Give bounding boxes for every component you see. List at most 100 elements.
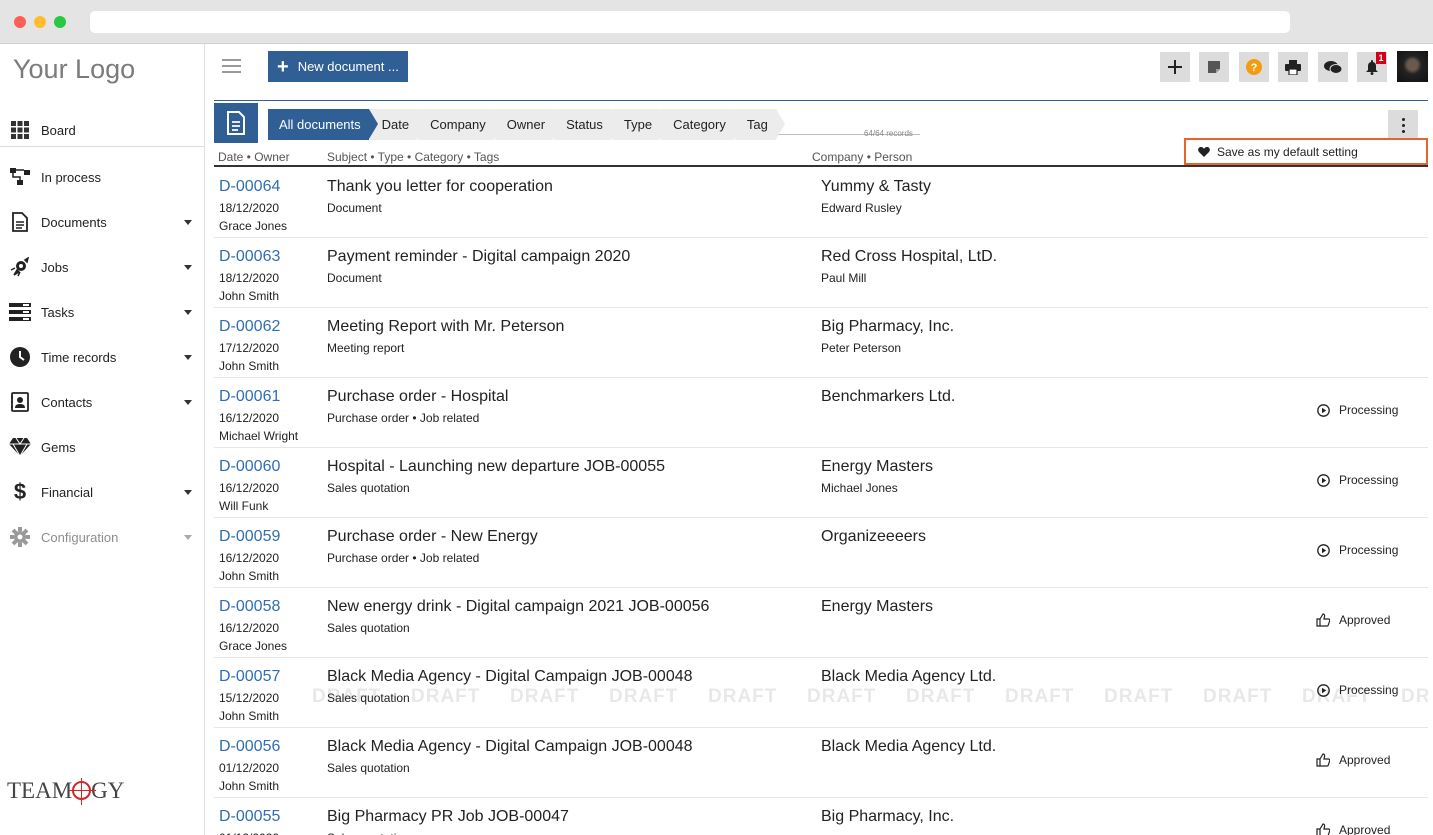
notifications-button[interactable]: 1 xyxy=(1357,52,1387,82)
document-company: Big Pharmacy, Inc. xyxy=(821,808,955,825)
document-company: Big Pharmacy, Inc. xyxy=(821,318,955,335)
column-company[interactable]: Company • Person xyxy=(812,150,912,164)
window-close-button[interactable] xyxy=(14,16,26,28)
status-badge: Approved xyxy=(1316,753,1390,767)
document-id-link[interactable]: D-00063 xyxy=(219,248,280,266)
plus-icon: + xyxy=(277,55,289,78)
user-avatar[interactable] xyxy=(1397,51,1428,82)
sidebar-item-tasks[interactable]: Tasks xyxy=(0,294,205,330)
document-id-link[interactable]: D-00061 xyxy=(219,388,280,406)
document-subject: Big Pharmacy PR Job JOB-00047 xyxy=(327,808,569,825)
sidebar-item-time-records[interactable]: Time records xyxy=(0,339,205,375)
document-id-link[interactable]: D-00062 xyxy=(219,318,280,336)
document-company: Black Media Agency Ltd. xyxy=(821,738,997,755)
help-icon: ? xyxy=(1246,59,1262,75)
status-label: Processing xyxy=(1339,403,1399,417)
documents-list: D-00064 18/12/2020 Grace Jones Thank you le… xyxy=(214,168,1428,835)
table-row[interactable]: D-00060 16/12/2020 Will Funk Hospital - Lau… xyxy=(214,448,1428,518)
document-owner: John Smith xyxy=(219,569,280,583)
sidebar-item-contacts[interactable]: Contacts xyxy=(0,384,205,420)
document-type: Meeting report xyxy=(327,341,405,355)
sidebar-item-board[interactable]: Board xyxy=(0,112,205,148)
table-row[interactable]: D-00063 18/12/2020 John Smith Payment remin… xyxy=(214,238,1428,308)
record-count: 64/64 records xyxy=(864,129,913,138)
help-button[interactable]: ? xyxy=(1239,52,1269,82)
filter-company[interactable]: Company xyxy=(418,109,503,140)
column-subject[interactable]: Subject • Type • Category • Tags xyxy=(327,150,499,164)
brand-logo-text: TEAM xyxy=(7,778,73,803)
chevron-down-icon xyxy=(184,265,192,270)
document-id-link[interactable]: D-00060 xyxy=(219,458,280,476)
sidebar-item-financial[interactable]: $ Financial xyxy=(0,474,205,510)
document-id-link[interactable]: D-00058 xyxy=(219,598,280,616)
document-id-link[interactable]: D-00057 xyxy=(219,668,280,686)
document-type: Sales quotation xyxy=(327,691,410,705)
sidebar: Your Logo Board In process Documents Jobs Ta… xyxy=(0,44,205,835)
kebab-dot xyxy=(1401,117,1405,121)
document-person: Edward Rusley xyxy=(821,201,902,215)
window-maximize-button[interactable] xyxy=(54,16,66,28)
document-type: Purchase order • Job related xyxy=(327,551,480,565)
table-row[interactable]: D-00058 16/12/2020 Grace Jones New energy d… xyxy=(214,588,1428,658)
document-id-link[interactable]: D-00055 xyxy=(219,808,280,826)
menu-toggle-button[interactable] xyxy=(222,59,241,73)
table-row[interactable]: D-00061 16/12/2020 Michael Wright Purchase … xyxy=(214,378,1428,448)
filter-category[interactable]: Category xyxy=(661,109,743,140)
note-button[interactable] xyxy=(1199,52,1229,82)
document-type: Sales quotation xyxy=(327,621,410,635)
watermark-text: DRAFT xyxy=(411,686,481,707)
play-circle-icon xyxy=(1316,473,1330,487)
sidebar-item-documents[interactable]: Documents xyxy=(0,204,205,240)
print-button[interactable] xyxy=(1278,52,1308,82)
watermark-text: DRAFT xyxy=(708,686,778,707)
search-input[interactable] xyxy=(775,111,915,131)
svg-text:?: ? xyxy=(1251,62,1258,74)
window-minimize-button[interactable] xyxy=(34,16,46,28)
sidebar-item-gems[interactable]: Gems xyxy=(0,429,205,465)
document-id-link[interactable]: D-00056 xyxy=(219,738,280,756)
sidebar-item-in-process[interactable]: In process xyxy=(0,159,205,195)
document-company: Red Cross Hospital, LtD. xyxy=(821,248,998,265)
status-badge: Processing xyxy=(1316,473,1398,487)
thumbs-up-icon xyxy=(1316,613,1330,627)
save-default-setting-item[interactable]: Save as my default setting xyxy=(1184,138,1428,165)
document-company: Benchmarkers Ltd. xyxy=(821,388,956,405)
new-document-button[interactable]: + New document ... xyxy=(268,51,408,82)
more-options-button[interactable] xyxy=(1388,110,1418,140)
play-circle-icon xyxy=(1316,403,1330,417)
table-row[interactable]: DRAFT DRAFT DRAFT DRAFT DRAFT DRAFT DRAFT DRAFT… xyxy=(214,658,1428,728)
new-document-label: New document ... xyxy=(297,59,399,74)
document-date: 16/12/2020 xyxy=(219,551,280,565)
document-company: Yummy & Tasty xyxy=(821,178,931,195)
watermark-text: DRAFT xyxy=(510,686,580,707)
document-id-link[interactable]: D-00059 xyxy=(219,528,280,546)
table-row[interactable]: D-00055 01/12/2020 Big Pharmacy PR Job JOB… xyxy=(214,798,1428,835)
clock-icon xyxy=(9,346,31,368)
status-badge: Processing xyxy=(1316,543,1398,557)
chat-button[interactable] xyxy=(1318,52,1348,82)
table-row[interactable]: D-00056 01/12/2020 John Smith Black Media A… xyxy=(214,728,1428,798)
sidebar-item-label: Gems xyxy=(41,439,76,455)
heart-icon xyxy=(1198,146,1210,157)
document-id-link[interactable]: D-00064 xyxy=(219,178,280,196)
filter-status[interactable]: Status xyxy=(554,109,620,140)
sidebar-item-label: Board xyxy=(41,122,76,138)
watermark-text: DRAFT xyxy=(1401,686,1428,707)
sidebar-item-label: Contacts xyxy=(41,394,93,410)
address-bar[interactable] xyxy=(90,11,1290,33)
table-row[interactable]: D-00064 18/12/2020 Grace Jones Thank you le… xyxy=(214,168,1428,238)
sidebar-item-jobs[interactable]: Jobs xyxy=(0,249,205,285)
filter-owner[interactable]: Owner xyxy=(494,109,563,140)
column-date-owner[interactable]: Date • Owner xyxy=(218,150,290,164)
document-owner: John Smith xyxy=(219,289,280,303)
sidebar-item-configuration[interactable]: Configuration xyxy=(0,519,205,555)
table-row[interactable]: D-00062 17/12/2020 John Smith Meeting Repor… xyxy=(214,308,1428,378)
add-button[interactable] xyxy=(1160,52,1190,82)
document-person: Peter Peterson xyxy=(821,341,902,355)
filter-all-documents[interactable]: All documents xyxy=(268,109,378,140)
document-owner: John Smith xyxy=(219,779,280,793)
document-type: Purchase order • Job related xyxy=(327,411,480,425)
play-circle-icon xyxy=(1316,543,1330,557)
grid-icon xyxy=(9,119,31,141)
table-row[interactable]: D-00059 16/12/2020 John Smith Purchase orde… xyxy=(214,518,1428,588)
